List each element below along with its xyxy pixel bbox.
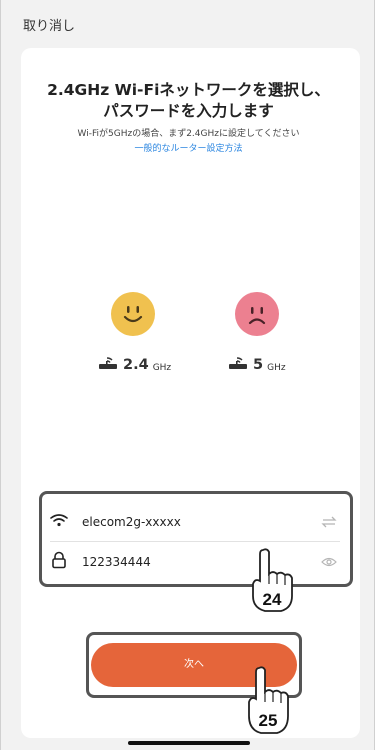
happy-face-icon	[111, 292, 155, 336]
lock-icon	[50, 551, 68, 573]
switch-arrows-icon[interactable]	[318, 516, 340, 528]
band-5-unit: GHz	[267, 362, 286, 373]
band-2-4-unit: GHz	[152, 362, 172, 373]
band-hint: Wi-Fiが5GHzの場合、まず2.4GHzに設定してください	[77, 129, 300, 139]
phone-screen: 取り消し 2.4GHz Wi-Fiネットワークを選択し、 パスワードを入力します…	[0, 0, 375, 750]
ssid-value: elecom2g-xxxxx	[82, 514, 181, 529]
top-bar: 取り消し	[1, 0, 374, 46]
wifi-credentials-box: elecom2g-xxxxx 122334444	[39, 491, 353, 587]
pointing-hand-icon: 24	[245, 548, 301, 618]
router-icon	[227, 355, 249, 375]
router-icon	[97, 355, 119, 375]
router-settings-link[interactable]: 一般的なルーター設定方法	[1, 141, 375, 154]
band-2-4-number: 2.4	[123, 357, 149, 373]
page-title: 2.4GHz Wi-Fiネットワークを選択し、 パスワードを入力します	[1, 80, 375, 122]
wifi-icon	[50, 512, 68, 531]
band-5ghz: 5 GHz	[227, 354, 286, 376]
step-24-label: 24	[263, 590, 282, 609]
step-25-label: 25	[259, 711, 278, 730]
page-title-line1: 2.4GHz Wi-Fiネットワークを選択し、	[47, 81, 330, 99]
sad-face-icon	[235, 292, 279, 336]
ssid-field[interactable]: elecom2g-xxxxx	[50, 502, 340, 542]
eye-icon[interactable]	[318, 556, 340, 568]
home-indicator[interactable]	[128, 741, 250, 745]
cancel-button[interactable]: 取り消し	[23, 15, 75, 34]
page-title-line2: パスワードを入力します	[103, 102, 274, 120]
band-2-4ghz: 2.4 GHz	[97, 354, 171, 376]
band-5-number: 5	[253, 357, 264, 373]
pointing-hand-icon: 25	[241, 666, 297, 740]
